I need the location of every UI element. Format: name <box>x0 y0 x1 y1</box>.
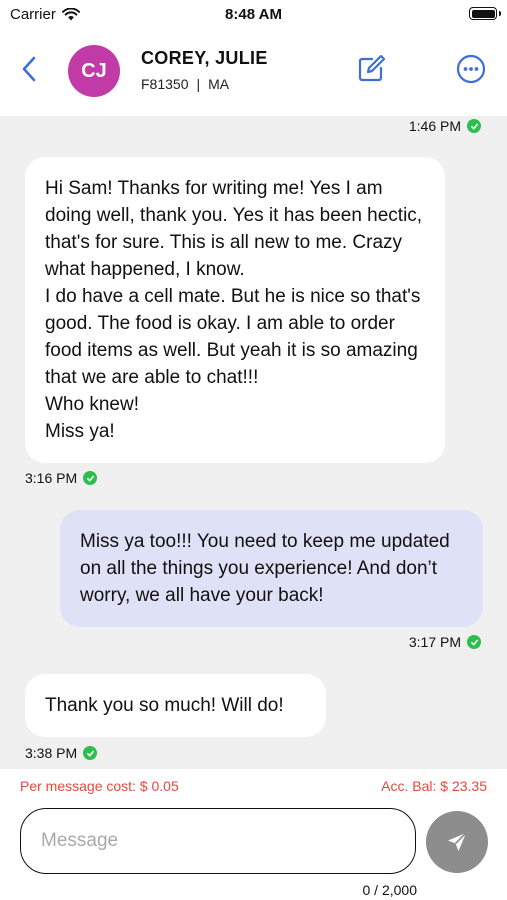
character-counter: 0 / 2,000 <box>362 882 418 898</box>
send-button[interactable] <box>426 811 488 873</box>
status-bar: Carrier 8:48 AM <box>0 0 507 28</box>
chevron-left-icon <box>22 56 36 82</box>
status-time: 8:48 AM <box>225 6 282 23</box>
meta-separator: | <box>196 76 201 92</box>
contact-meta: F81350 | MA <box>141 76 229 92</box>
account-balance: Acc. Bal: $ 23.35 <box>381 778 487 794</box>
message-timestamp: 3:16 PM <box>25 470 98 486</box>
message-timestamp: 3:38 PM <box>25 745 98 761</box>
conversation-header: CJ COREY, JULIE F81350 | MA <box>0 30 507 116</box>
contact-id: F81350 <box>141 76 189 92</box>
message-timestamp: 1:46 PM <box>409 118 481 134</box>
delivered-check-icon <box>467 635 481 649</box>
message-thread[interactable]: 1:46 PM Hi Sam! Thanks for writing me! Y… <box>0 116 507 769</box>
back-button[interactable] <box>16 52 42 86</box>
contact-name: COREY, JULIE <box>141 48 268 68</box>
timestamp-text: 3:38 PM <box>25 745 78 761</box>
timestamp-text: 1:46 PM <box>408 118 461 134</box>
delivered-check-icon <box>83 746 98 760</box>
message-input[interactable] <box>20 808 416 874</box>
incoming-message-bubble[interactable]: Hi Sam! Thanks for writing me! Yes I am … <box>25 157 445 463</box>
more-icon <box>456 54 486 84</box>
avatar[interactable]: CJ <box>68 45 120 97</box>
more-options-button[interactable] <box>456 54 486 84</box>
delivered-check-icon <box>467 119 481 133</box>
contact-state: MA <box>208 76 230 92</box>
send-icon <box>448 832 467 851</box>
incoming-message-bubble[interactable]: Thank you so much! Will do! <box>25 674 326 737</box>
compose-icon <box>358 54 386 82</box>
outgoing-message-bubble[interactable]: Miss ya too!!! You need to keep me updat… <box>60 510 483 627</box>
battery-icon <box>469 7 501 20</box>
message-timestamp: 3:17 PM <box>409 634 481 650</box>
per-message-cost: Per message cost: $ 0.05 <box>20 778 179 794</box>
delivered-check-icon <box>83 471 98 485</box>
timestamp-text: 3:17 PM <box>408 634 461 650</box>
compose-button[interactable] <box>355 53 387 85</box>
timestamp-text: 3:16 PM <box>25 470 78 486</box>
